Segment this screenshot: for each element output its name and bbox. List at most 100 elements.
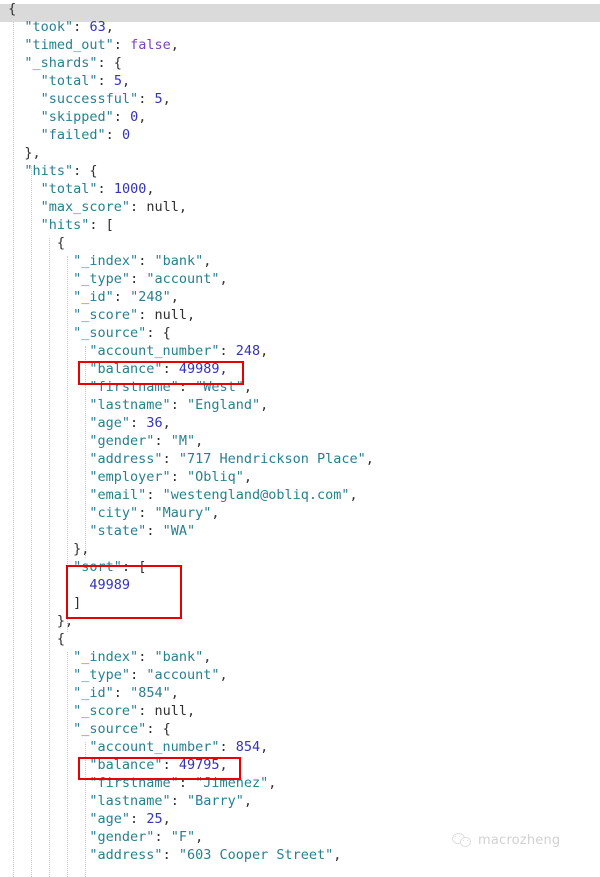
token-p: :	[170, 397, 187, 413]
token-k: "balance"	[89, 757, 163, 773]
token-k: "_shards"	[24, 55, 98, 71]
token-k: "email"	[89, 487, 147, 503]
token-nl: null	[154, 703, 187, 719]
token-k: "account_number"	[89, 343, 220, 359]
token-p: {	[56, 235, 66, 251]
code-line: "_index": "bank",	[0, 648, 600, 666]
code-line: "_id": "248",	[0, 288, 600, 306]
code-line: "employer": "Obliq",	[0, 468, 600, 486]
code-line: "total": 1000,	[0, 180, 600, 198]
code-line: {	[0, 0, 600, 18]
token-k: "_type"	[73, 271, 131, 287]
token-k: "address"	[89, 847, 163, 863]
token-k: "_index"	[73, 649, 139, 665]
token-s: "WA"	[162, 523, 196, 539]
code-line: "account_number": 248,	[0, 342, 600, 360]
json-code-content[interactable]: { "took": 63, "timed_out": false, "_shar…	[0, 0, 600, 864]
code-line: "_score": null,	[0, 306, 600, 324]
token-p: : {	[73, 163, 98, 179]
token-s: "248"	[130, 289, 171, 305]
token-p: :	[178, 775, 196, 791]
token-p: ,	[162, 811, 171, 827]
code-line: "_index": "bank",	[0, 252, 600, 270]
code-line: "_source": {	[0, 720, 600, 738]
code-line: "skipped": 0,	[0, 108, 600, 126]
code-line: "hits": {	[0, 162, 600, 180]
token-s: "854"	[130, 685, 171, 701]
token-p: :	[130, 667, 147, 683]
token-p: ,	[365, 451, 374, 467]
token-s: "West"	[195, 379, 244, 395]
code-line: "_shards": {	[0, 54, 600, 72]
token-s: "westengland@obliq.com"	[162, 487, 350, 503]
token-n: 49989	[89, 577, 131, 593]
code-line: "account_number": 854,	[0, 738, 600, 756]
token-p: ,	[121, 73, 131, 89]
token-p: :	[170, 469, 187, 485]
token-p: ]	[73, 595, 82, 611]
token-p: ,	[333, 847, 342, 863]
code-line: "_id": "854",	[0, 684, 600, 702]
token-p: :	[138, 649, 155, 665]
token-p: :	[97, 73, 114, 89]
token-p: ,	[219, 667, 228, 683]
code-line: "successful": 5,	[0, 90, 600, 108]
token-k: "gender"	[89, 829, 155, 845]
token-p: :	[138, 703, 155, 719]
token-p: ,	[195, 433, 204, 449]
code-line: "_type": "account",	[0, 666, 600, 684]
code-line: "took": 63,	[0, 18, 600, 36]
token-p: ,	[186, 703, 196, 719]
token-p: :	[73, 19, 90, 35]
token-p: :	[162, 847, 179, 863]
code-line: 49989	[0, 576, 600, 594]
token-n: 49989	[178, 361, 220, 377]
code-line: {	[0, 234, 600, 252]
token-p: ,	[186, 307, 196, 323]
token-p: ,	[260, 739, 269, 755]
token-k: "_type"	[73, 667, 131, 683]
token-k: "total"	[40, 181, 98, 197]
token-p: },	[56, 613, 74, 629]
token-p: ,	[178, 199, 187, 215]
token-k: "timed_out"	[24, 37, 114, 53]
token-p: :	[162, 757, 179, 773]
token-b: false	[130, 37, 171, 53]
json-code-viewer[interactable]: { "took": 63, "timed_out": false, "_shar…	[0, 0, 600, 877]
token-n: 248	[235, 343, 261, 359]
token-nl: null	[154, 307, 187, 323]
token-k: "gender"	[89, 433, 155, 449]
token-k: "address"	[89, 451, 163, 467]
code-line: "_source": {	[0, 324, 600, 342]
token-k: "sort"	[73, 559, 122, 575]
token-p: ,	[260, 343, 269, 359]
token-p: :	[178, 379, 196, 395]
code-line: "age": 25,	[0, 810, 600, 828]
token-n: 49795	[178, 757, 220, 773]
token-k: "age"	[89, 811, 131, 827]
token-p: :	[146, 487, 163, 503]
token-p: : {	[97, 55, 122, 71]
code-line: },	[0, 144, 600, 162]
token-k: "failed"	[40, 127, 106, 143]
code-line: "_type": "account",	[0, 270, 600, 288]
token-p: ,	[195, 829, 204, 845]
token-k: "successful"	[40, 91, 139, 107]
wechat-icon	[452, 832, 472, 848]
token-n: 854	[235, 739, 261, 755]
token-p: },	[73, 541, 90, 557]
token-p: {	[56, 631, 66, 647]
token-p: :	[138, 91, 155, 107]
token-p: :	[154, 829, 171, 845]
token-p: :	[130, 271, 147, 287]
token-s: "F"	[170, 829, 196, 845]
token-p: {	[8, 1, 17, 17]
token-p: ,	[211, 505, 220, 521]
code-line: "sort": [	[0, 558, 600, 576]
token-k: "_score"	[73, 703, 139, 719]
token-p: :	[113, 289, 131, 305]
token-s: "account"	[146, 667, 220, 683]
token-p: ,	[219, 271, 228, 287]
token-p: ,	[203, 253, 212, 269]
code-line: "email": "westengland@obliq.com",	[0, 486, 600, 504]
